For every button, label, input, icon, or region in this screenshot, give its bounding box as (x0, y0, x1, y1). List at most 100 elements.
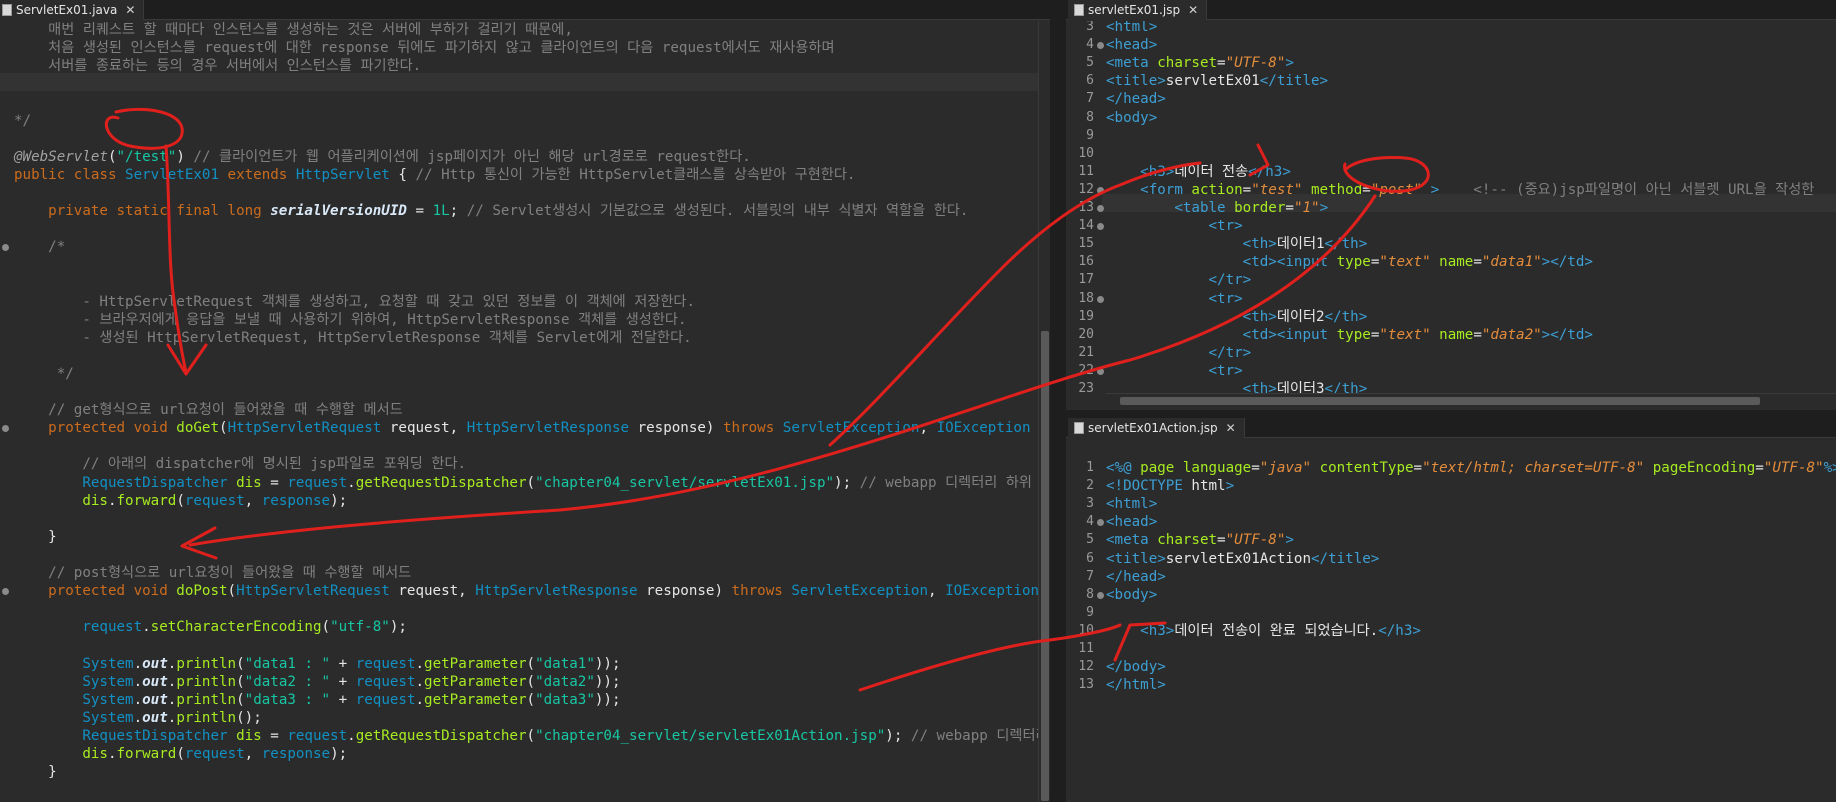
code-token: "utf-8" (330, 619, 390, 636)
java-editor-pane[interactable]: ServletEx01.java ✕ 매번 리퀘스트 할 때마다 인스턴스를 생… (0, 0, 1050, 802)
code-token: getParameter (424, 691, 527, 708)
jsp-action-code-area[interactable]: 1 <%@ page language="java" contentType="t… (1066, 439, 1836, 802)
code-line: <head> (1106, 36, 1157, 54)
code-token: <td><input (1242, 326, 1337, 343)
code-token: ( (176, 492, 185, 509)
fold-toggle-icon[interactable] (2, 588, 9, 596)
code-token: type (1336, 254, 1371, 271)
fold-toggle-icon[interactable] (2, 425, 9, 433)
line-number: 11 (1078, 163, 1094, 179)
code-token: pageEncoding (1652, 460, 1756, 476)
code-line: 서버를 종료하는 등의 경우 서버에서 인스턴스를 파기한다. (14, 57, 421, 75)
code-token: IOException (936, 420, 1040, 437)
fold-toggle-icon[interactable] (2, 244, 9, 252)
code-token: RequestDispatcher (14, 727, 237, 744)
code-line: dis.forward(request, response); (14, 492, 347, 510)
line-number: 6 (1086, 73, 1094, 89)
close-icon[interactable]: ✕ (1226, 418, 1236, 438)
fold-toggle-icon[interactable] (1097, 205, 1104, 212)
code-token: <h3> (1140, 622, 1175, 639)
fold-toggle-icon[interactable] (1097, 295, 1104, 303)
tab-servletex01-jsp[interactable]: servletEx01.jsp ✕ (1068, 0, 1208, 20)
code-token: extends (227, 166, 296, 183)
code-token: > (1285, 55, 1294, 72)
code-line: <head> (1106, 513, 1157, 531)
code-token: = (261, 727, 288, 744)
java-editor-tabbar: ServletEx01.java ✕ (0, 0, 1050, 20)
fold-toggle-icon[interactable] (1097, 42, 1104, 50)
code-token: </head> (1106, 568, 1166, 585)
scrollbar-thumb[interactable] (1041, 331, 1049, 801)
line-number: 10 (1078, 145, 1094, 161)
code-token: <form (1140, 181, 1192, 198)
code-token: request (14, 619, 143, 636)
code-token: = (1242, 181, 1252, 198)
code-line: RequestDispatcher dis = request.getReque… (14, 727, 1050, 745)
code-token: charset (1157, 55, 1218, 72)
code-token: request (355, 655, 416, 672)
code-token: </title> (1259, 73, 1329, 90)
code-token: 데이터1 (1276, 236, 1325, 253)
code-token: ( (526, 474, 536, 491)
code-token: . (133, 655, 143, 672)
jsp-code-area[interactable]: 3 <html> 4 <head> 5 <meta charset="UTF-8"> 6 <t… (1066, 21, 1836, 410)
code-line: System.out.println("data2 : " + request.… (14, 673, 620, 691)
code-token: 데이터2 (1276, 308, 1325, 325)
code-token: method (1311, 181, 1363, 198)
code-line: - 브라우저에게 응답을 보낼 때 사용하기 위하여, HttpServletR… (14, 311, 686, 329)
scrollbar-thumb[interactable] (1120, 397, 1760, 405)
code-line: </head> (1106, 90, 1166, 108)
code-token: ( (526, 691, 536, 708)
tab-servletex01action-jsp[interactable]: servletEx01Action.jsp ✕ (1068, 418, 1245, 438)
code-token: , (928, 583, 946, 600)
code-token: request (184, 492, 245, 509)
code-line: <body> (1106, 109, 1157, 127)
code-line: <!DOCTYPE html> (1106, 477, 1234, 495)
code-token: </title> (1311, 550, 1380, 567)
code-token: 매번 리퀘스트 할 때마다 인스턴스를 생성하는 것은 서버에 부하가 걸리기 … (14, 22, 573, 38)
code-line: <%@ page language="java" contentType="te… (1106, 459, 1836, 477)
java-editor-vertical-scrollbar[interactable] (1038, 21, 1050, 802)
code-token: "data2 : " (244, 673, 331, 690)
jsp-editor-horizontal-scrollbar[interactable] (1106, 393, 1836, 407)
code-token: doGet (176, 420, 220, 437)
code-token: public class (14, 166, 126, 183)
fold-toggle-icon[interactable] (1097, 223, 1104, 231)
fold-toggle-icon[interactable] (1097, 186, 1104, 194)
fold-toggle-icon[interactable] (1097, 519, 1104, 527)
jsp-action-editor-pane[interactable]: servletEx01Action.jsp ✕ 1 <%@ page langua… (1066, 418, 1836, 802)
code-token: <head> (1106, 514, 1158, 531)
code-token: - HttpServletRequest 객체를 생성하고, 요청할 때 갖고 … (14, 293, 696, 310)
java-code-area[interactable]: 매번 리퀘스트 할 때마다 인스턴스를 생성하는 것은 서버에 부하가 걸리기 … (0, 21, 1050, 802)
jsp-editor-pane[interactable]: servletEx01.jsp ✕ 3 <html> 4 <head> 5 <meta c… (1066, 0, 1836, 410)
code-line: <table border="1"> (1106, 199, 1328, 217)
code-line: </tr> (1106, 344, 1252, 362)
code-token: "post" (1370, 181, 1423, 198)
code-line: request.setCharacterEncoding("utf-8"); (14, 618, 407, 636)
code-token: "java" (1259, 460, 1312, 476)
code-token: . (133, 673, 143, 690)
line-number: 19 (1078, 308, 1094, 324)
code-token: ( (526, 727, 536, 744)
jsp-action-editor-tabbar: servletEx01Action.jsp ✕ (1066, 418, 1836, 438)
code-token: "chapter04_servlet/servletEx01Action.jsp… (535, 727, 886, 744)
code-token: 데이터 전송이 완료 되었습니다. (1174, 622, 1379, 639)
close-icon[interactable]: ✕ (1188, 0, 1198, 20)
tab-servletex01-java[interactable]: ServletEx01.java ✕ (0, 0, 145, 20)
code-token: HttpServletResponse (466, 420, 638, 437)
code-token: </html> (1106, 677, 1166, 694)
code-token: = (1362, 181, 1371, 198)
code-token: > (1319, 200, 1329, 216)
code-token: ); (389, 619, 407, 636)
code-token: */ (14, 112, 32, 129)
close-icon[interactable]: ✕ (125, 0, 135, 20)
code-token: 서버를 종료하는 등의 경우 서버에서 인스턴스를 파기한다. (14, 58, 422, 75)
code-token: html (1191, 478, 1226, 495)
code-token: response) (646, 583, 732, 600)
fold-toggle-icon[interactable] (1097, 367, 1104, 375)
fold-toggle-icon[interactable] (1097, 591, 1104, 599)
